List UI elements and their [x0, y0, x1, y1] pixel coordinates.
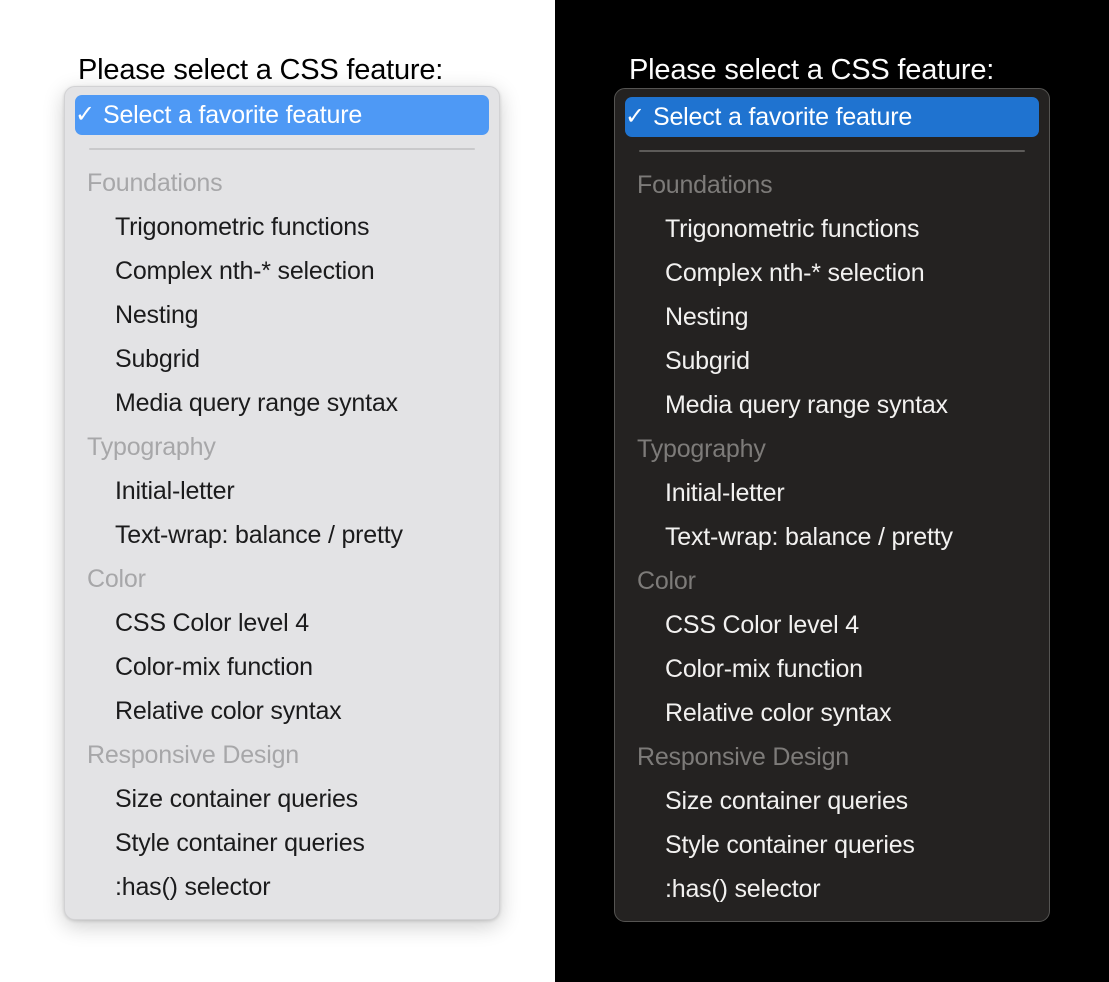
page-title-light: Please select a CSS feature:	[78, 54, 444, 86]
menu-option[interactable]: Size container queries	[615, 779, 1049, 823]
select-dropdown-menu-light[interactable]: ✓ Select a favorite feature Foundations T…	[64, 86, 500, 920]
menu-option[interactable]: Complex nth-* selection	[615, 251, 1049, 295]
menu-option[interactable]: Text-wrap: balance / pretty	[65, 513, 499, 557]
option-groups-light: Foundations Trigonometric functions Comple…	[65, 161, 499, 909]
option-group-header: Responsive Design	[637, 743, 849, 771]
menu-option[interactable]: :has() selector	[615, 867, 1049, 911]
menu-option[interactable]: CSS Color level 4	[615, 603, 1049, 647]
menu-option[interactable]: Media query range syntax	[615, 383, 1049, 427]
menu-option[interactable]: Trigonometric functions	[65, 205, 499, 249]
light-theme-pane: Please select a CSS feature: ✓ Select a …	[0, 0, 555, 982]
option-group-header: Color	[637, 567, 696, 595]
checkmark-icon: ✓	[75, 101, 95, 128]
option-group-header: Foundations	[87, 169, 223, 197]
menu-option[interactable]: Color-mix function	[65, 645, 499, 689]
menu-option[interactable]: :has() selector	[65, 865, 499, 909]
menu-option[interactable]: Trigonometric functions	[615, 207, 1049, 251]
option-group-header: Typography	[87, 433, 216, 461]
menu-option[interactable]: Subgrid	[65, 337, 499, 381]
select-dropdown-menu-dark[interactable]: ✓ Select a favorite feature Foundations T…	[614, 88, 1050, 922]
menu-option[interactable]: Initial-letter	[65, 469, 499, 513]
option-group-header: Color	[87, 565, 146, 593]
selected-option-label: Select a favorite feature	[103, 100, 363, 129]
selected-option-row-light[interactable]: ✓ Select a favorite feature	[75, 95, 489, 135]
menu-option[interactable]: Media query range syntax	[65, 381, 499, 425]
menu-option[interactable]: Initial-letter	[615, 471, 1049, 515]
option-groups-dark: Foundations Trigonometric functions Comple…	[615, 163, 1049, 911]
menu-option[interactable]: Size container queries	[65, 777, 499, 821]
selected-option-row-dark[interactable]: ✓ Select a favorite feature	[625, 97, 1039, 137]
menu-option[interactable]: Subgrid	[615, 339, 1049, 383]
menu-option[interactable]: Relative color syntax	[615, 691, 1049, 735]
menu-option[interactable]: Color-mix function	[615, 647, 1049, 691]
dark-theme-pane: Please select a CSS feature: ✓ Select a …	[555, 0, 1109, 982]
menu-option[interactable]: Relative color syntax	[65, 689, 499, 733]
menu-option[interactable]: Style container queries	[615, 823, 1049, 867]
option-group-header: Typography	[637, 435, 766, 463]
menu-option[interactable]: Text-wrap: balance / pretty	[615, 515, 1049, 559]
selected-option-label: Select a favorite feature	[653, 102, 913, 131]
menu-separator-light	[89, 148, 475, 150]
menu-separator-dark	[639, 150, 1025, 152]
menu-option[interactable]: Nesting	[615, 295, 1049, 339]
option-group-header: Foundations	[637, 171, 773, 199]
checkmark-icon: ✓	[625, 103, 645, 130]
menu-option[interactable]: Style container queries	[65, 821, 499, 865]
page-title-dark: Please select a CSS feature:	[629, 54, 995, 86]
menu-option[interactable]: CSS Color level 4	[65, 601, 499, 645]
menu-option[interactable]: Nesting	[65, 293, 499, 337]
option-group-header: Responsive Design	[87, 741, 299, 769]
menu-option[interactable]: Complex nth-* selection	[65, 249, 499, 293]
